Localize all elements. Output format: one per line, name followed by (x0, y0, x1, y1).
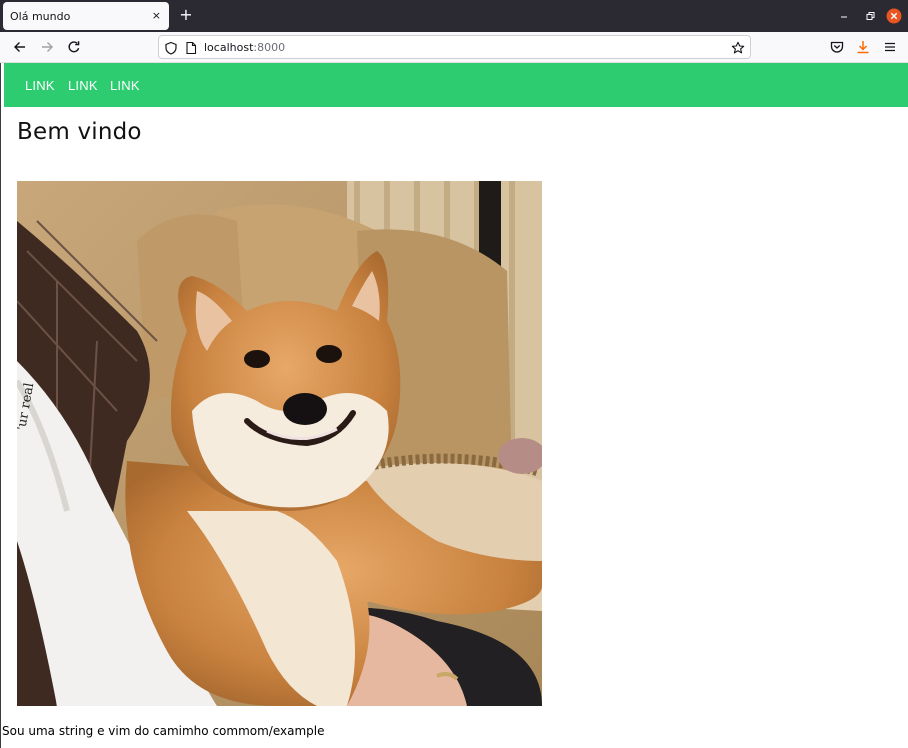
nav-link-1[interactable]: LINK (25, 78, 55, 93)
minimize-icon[interactable] (836, 8, 852, 24)
footer-text: Sou uma string e vim do camimho commom/e… (2, 724, 325, 738)
page-title: Bem vindo (17, 119, 142, 145)
tab-close-button[interactable]: × (152, 9, 161, 23)
download-icon[interactable] (855, 39, 871, 55)
shiba-dog-image: 'ur real (17, 181, 542, 706)
url-host: localhost (204, 41, 254, 54)
navigation-toolbar: localhost:8000 (0, 32, 908, 63)
site-navbar: LINK LINK LINK (4, 63, 908, 107)
browser-tab[interactable]: Olá mundo × (3, 2, 169, 30)
tab-title: Olá mundo (10, 10, 71, 23)
new-tab-button[interactable]: + (178, 5, 194, 25)
url-text[interactable]: localhost:8000 (204, 41, 285, 54)
page-icon (185, 40, 197, 55)
nav-link-2[interactable]: LINK (68, 78, 98, 93)
bookmark-star-icon[interactable] (731, 40, 745, 54)
close-icon[interactable] (886, 8, 902, 24)
restore-icon[interactable] (862, 8, 878, 24)
menu-icon[interactable] (882, 39, 898, 55)
url-port: :8000 (253, 41, 286, 54)
back-icon[interactable] (12, 39, 28, 55)
reload-icon[interactable] (66, 39, 82, 55)
forward-icon[interactable] (39, 39, 55, 55)
nav-link-3[interactable]: LINK (110, 78, 140, 93)
tab-strip: Olá mundo × + (0, 0, 908, 32)
page-viewport: LINK LINK LINK Bem vindo 'ur real Sou um… (0, 63, 908, 748)
pocket-icon[interactable] (829, 39, 845, 55)
address-bar[interactable]: localhost:8000 (158, 35, 751, 59)
shield-icon[interactable] (164, 40, 178, 55)
